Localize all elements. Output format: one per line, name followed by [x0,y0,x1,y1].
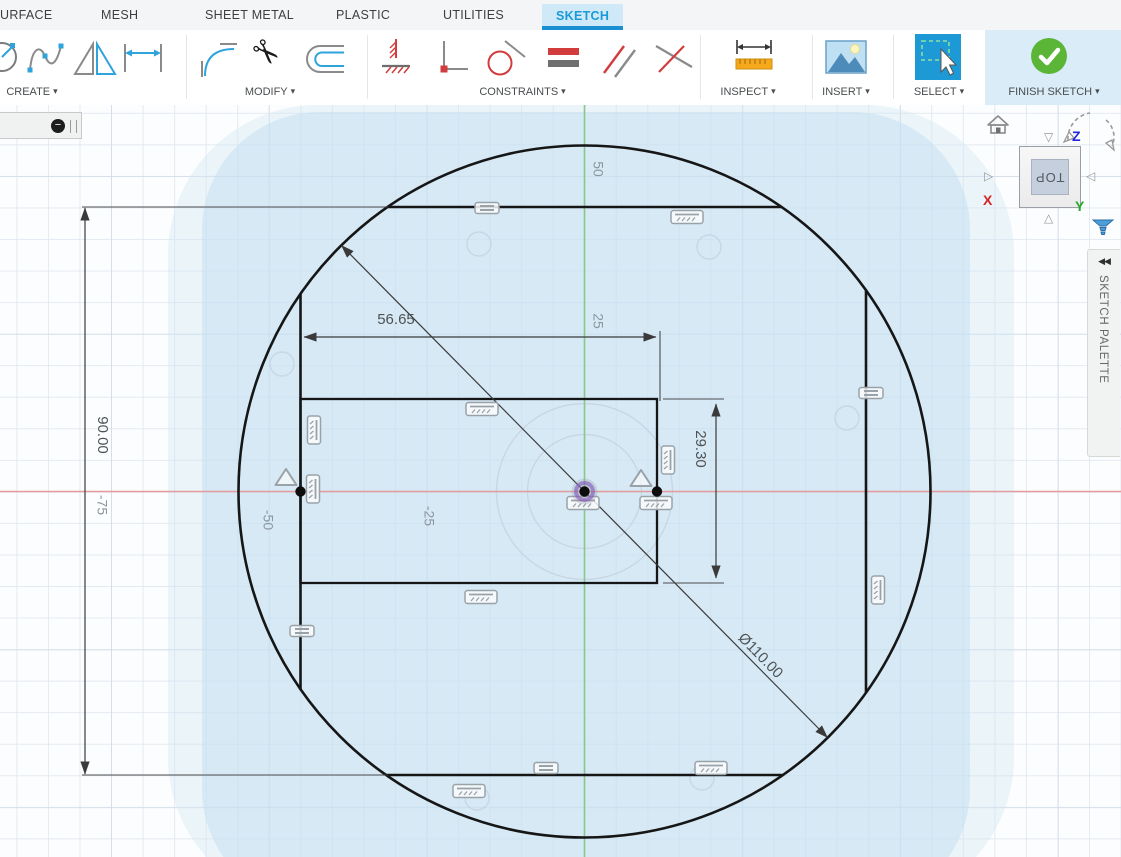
left-midpoint[interactable] [295,486,305,496]
collapse-icon[interactable]: − [51,119,65,133]
modify-group-label[interactable]: MODIFY [210,86,330,102]
dimension-value-height[interactable]: 90.00 [94,416,111,454]
horizontal-constraint-badge[interactable] [453,785,485,798]
divider [367,35,368,99]
tab-surface[interactable]: URFACE [0,0,53,30]
equal-constraint-badge[interactable] [859,388,883,399]
constraint-perpendicular-icon[interactable] [652,38,696,83]
axis-label-y: Y [1075,198,1084,214]
midpoint-constraint-badge[interactable] [276,469,297,485]
horizontal-constraint-badge[interactable] [466,403,498,416]
finish-sketch-label[interactable]: FINISH SKETCH [993,86,1115,102]
tab-sheet-metal[interactable]: SHEET METAL [205,0,294,30]
sketch-dimension-icon[interactable] [120,40,166,83]
constraint-equal-icon[interactable] [544,38,584,83]
dropdown-caret-icon [288,86,296,98]
insert-group-label[interactable]: INSERT [812,86,880,102]
horizontal-constraint-badge[interactable] [695,762,727,775]
dropdown-caret-icon [50,86,58,98]
dropdown-caret-icon [957,86,965,98]
axis-label-z: Z [1072,128,1081,144]
sketch-toolbar: ✂ [0,30,1121,106]
sketch-palette-title: SKETCH PALETTE [1097,275,1109,435]
equal-constraint-badge[interactable] [475,203,499,214]
drag-handle-icon[interactable] [70,120,77,133]
grid-label-xm25: -25 [421,506,437,526]
ribbon-tab-bar: URFACE MESH SHEET METAL PLASTIC UTILITIE… [0,0,1121,30]
vertical-constraint-badge[interactable] [872,576,885,604]
viewcube[interactable]: TOP [1019,146,1081,208]
equal-constraint-badge[interactable] [534,763,558,774]
tab-mesh[interactable]: MESH [101,0,138,30]
create-spline-icon[interactable] [26,38,66,83]
constraint-horizontal-vertical-icon[interactable] [378,36,418,85]
dimension-value-rect-height[interactable]: 29.30 [692,430,709,468]
horizontal-constraint-badge[interactable] [671,211,703,224]
equal-constraint-badge[interactable] [290,626,314,637]
viewcube-face-label: TOP [1035,170,1065,185]
inspect-group-label[interactable]: INSPECT [706,86,790,102]
axis-label-x: X [983,192,992,208]
divider [700,35,701,99]
tab-sketch[interactable]: SKETCH [542,4,623,30]
dropdown-caret-icon [862,86,870,98]
insert-image-icon[interactable] [824,39,868,82]
dimension-value-width[interactable]: 56.65 [377,311,415,328]
scissors-icon: ✂ [244,31,287,74]
vertical-constraint-badge[interactable] [662,446,675,474]
measure-icon[interactable] [732,38,776,83]
offset-icon[interactable] [300,40,346,83]
grid-label-y25: 25 [590,313,606,329]
horizontal-constraint-badge[interactable] [465,591,497,604]
dropdown-caret-icon [768,86,776,98]
dimension-value-diameter[interactable]: Ø110.00 [735,630,787,682]
divider [893,35,894,99]
viewcube-top-face[interactable]: TOP [1031,159,1069,195]
viewcube-arrow-up[interactable]: ▽ [1044,131,1053,143]
viewcube-arrow-left[interactable]: ▷ [984,170,993,182]
finish-sketch-button[interactable] [1031,38,1067,74]
vertical-constraint-badge[interactable] [308,416,321,444]
tab-utilities[interactable]: UTILITIES [443,0,504,30]
vertical-constraint-badge[interactable] [307,475,320,503]
select-icon[interactable] [915,34,961,85]
grid-label-xm75: -75 [94,495,110,515]
create-group-label[interactable]: CREATE [0,86,64,102]
sketch-palette-panel[interactable]: ◀◀ SKETCH PALETTE [1087,249,1120,457]
trim-icon[interactable]: ✂ [252,36,280,69]
home-icon[interactable] [986,114,1010,141]
expand-panel-icon[interactable]: ◀◀ [1088,256,1120,267]
viewcube-arrow-right[interactable]: ◁ [1086,170,1095,182]
dropdown-caret-icon [558,86,566,98]
fillet-icon[interactable] [196,38,240,83]
dropdown-caret-icon [1092,86,1100,98]
constraint-coincident-icon[interactable] [430,38,470,83]
tab-plastic[interactable]: PLASTIC [336,0,390,30]
check-icon [1031,38,1067,74]
select-group-label[interactable]: SELECT [898,86,980,102]
sketch-canvas[interactable]: 90.00 56.65 29.30 Ø110.00 50 25 -25 -50 … [0,105,1121,857]
grid-label-xm50: -50 [260,510,276,530]
grid-display-icon[interactable] [1092,219,1114,240]
constraint-parallel-icon[interactable] [598,36,640,85]
viewcube-arrow-down[interactable]: △ [1044,212,1053,224]
horizontal-constraint-badge[interactable] [640,497,672,510]
browser-collapsed-bar[interactable]: − [0,112,82,139]
create-circle-icon[interactable] [0,38,20,79]
right-midpoint[interactable] [652,486,662,496]
origin-point[interactable] [579,486,589,496]
ghost-geometry [270,232,859,810]
midpoint-constraint-badge[interactable] [631,470,652,486]
mirror-icon[interactable] [72,40,118,83]
constraint-tangent-icon[interactable] [484,38,526,83]
sketch-geometry: 90.00 56.65 29.30 Ø110.00 50 25 -25 -50 … [0,105,1121,857]
constraints-group-label[interactable]: CONSTRAINTS [455,86,590,102]
grid-label-y50: 50 [590,161,606,177]
divider [186,35,187,99]
